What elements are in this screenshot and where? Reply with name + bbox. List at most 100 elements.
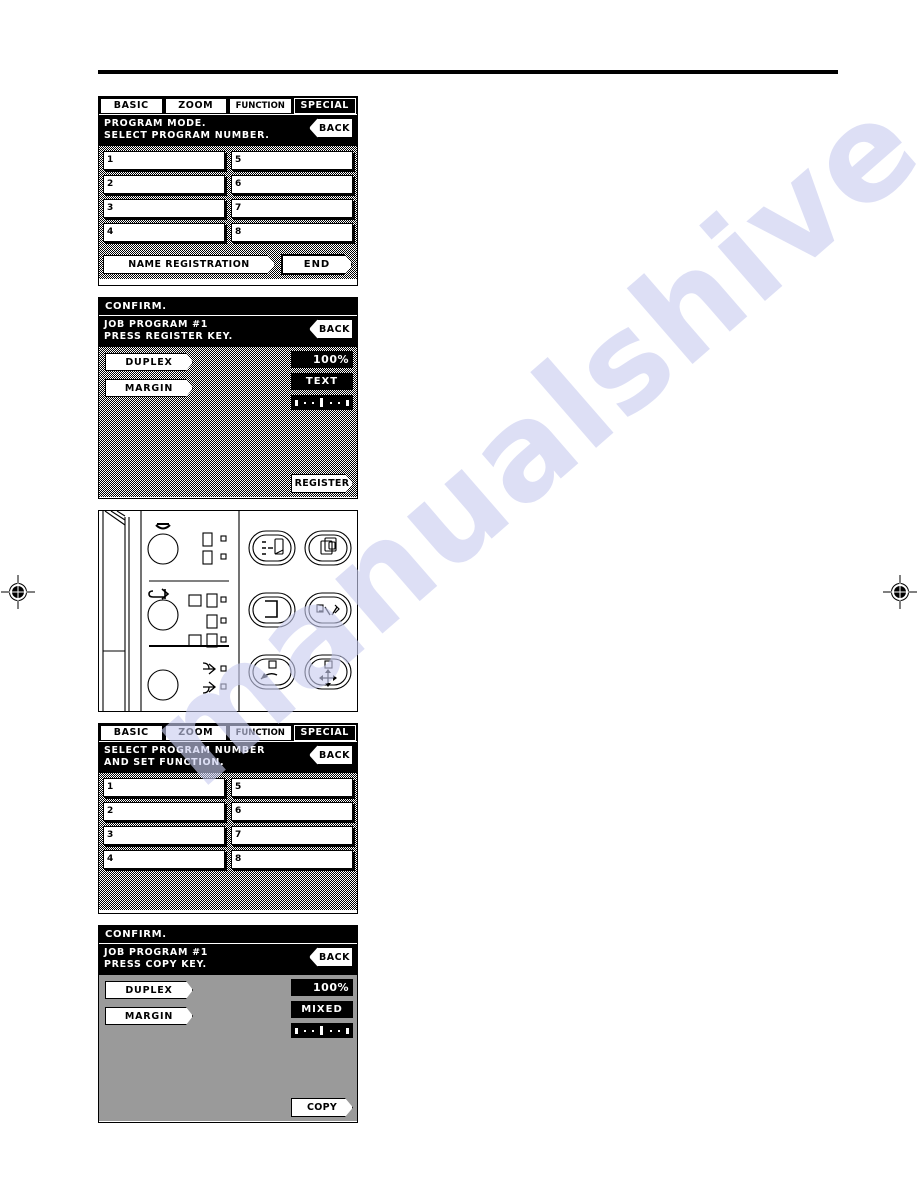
figure-select-program-set-function: BASIC ZOOM FUNCTION SPECIAL SELECT PROGR… [98, 723, 360, 914]
registration-mark-left [1, 575, 35, 609]
program-slot-number: 5 [235, 155, 242, 165]
program-slot-number: 8 [235, 854, 242, 864]
program-slot-number: 6 [235, 179, 242, 189]
tab-function[interactable]: FUNCTION [229, 725, 292, 741]
density-slider[interactable] [291, 1023, 353, 1038]
density-tick [311, 401, 314, 404]
program-slot-row: 2 6 [103, 175, 353, 194]
tab-function[interactable]: FUNCTION [229, 98, 292, 114]
program-slot[interactable]: 5 [231, 151, 353, 170]
program-slot-row: 1 5 [103, 778, 353, 797]
zoom-ratio-value: 100% [291, 351, 353, 368]
program-slot-number: 4 [107, 227, 114, 237]
program-slot-row: 3 7 [103, 199, 353, 218]
chip-margin[interactable]: MARGIN [105, 379, 193, 397]
program-slot[interactable]: 5 [231, 778, 353, 797]
chip-duplex[interactable]: DUPLEX [105, 353, 193, 371]
program-slot-row: 2 6 [103, 802, 353, 821]
density-tick [330, 401, 333, 404]
program-slot[interactable]: 3 [103, 826, 225, 845]
tab-zoom[interactable]: ZOOM [164, 725, 227, 741]
program-slot[interactable]: 8 [231, 223, 353, 242]
program-slot-area: 1 5 2 6 3 7 4 8 [99, 146, 357, 252]
status-header: JOB PROGRAM #1 PRESS REGISTER KEY. BACK [99, 315, 357, 347]
figure-program-mode: BASIC ZOOM FUNCTION SPECIAL PROGRAM MODE… [98, 96, 360, 286]
program-slot[interactable]: 4 [103, 850, 225, 869]
program-slot-row: 1 5 [103, 151, 353, 170]
back-button[interactable]: BACK [309, 319, 353, 339]
lcd-screen-select-program: BASIC ZOOM FUNCTION SPECIAL SELECT PROGR… [98, 723, 358, 914]
density-knob[interactable] [319, 397, 325, 408]
figure-confirm-register: CONFIRM. JOB PROGRAM #1 PRESS REGISTER K… [98, 297, 360, 499]
program-slot[interactable]: 2 [103, 802, 225, 821]
program-slot-number: 6 [235, 806, 242, 816]
back-button[interactable]: BACK [309, 745, 353, 765]
back-button-label: BACK [319, 749, 350, 761]
confirm-title: CONFIRM. [99, 926, 357, 943]
program-slot-area: 1 5 2 6 3 7 4 8 [99, 773, 357, 910]
copy-button[interactable]: COPY [291, 1098, 353, 1117]
tab-special[interactable]: SPECIAL [293, 98, 356, 114]
name-registration-button[interactable]: NAME REGISTRATION [103, 255, 275, 274]
density-max-mark [345, 1027, 349, 1034]
tab-zoom[interactable]: ZOOM [164, 98, 227, 114]
program-slot-number: 7 [235, 203, 242, 213]
density-knob[interactable] [319, 1025, 325, 1036]
registration-mark-right [883, 575, 917, 609]
end-button[interactable]: END [281, 254, 353, 275]
density-tick [338, 401, 341, 404]
program-slot[interactable]: 4 [103, 223, 225, 242]
lcd-screen-confirm-register: CONFIRM. JOB PROGRAM #1 PRESS REGISTER K… [98, 297, 358, 499]
program-slot-number: 3 [107, 203, 114, 213]
figure-column: BASIC ZOOM FUNCTION SPECIAL PROGRAM MODE… [98, 96, 360, 1134]
program-slot-number: 2 [107, 179, 114, 189]
program-slot[interactable]: 7 [231, 826, 353, 845]
confirm-body: DUPLEX MARGIN 100% TEXT REGISTER [99, 347, 357, 497]
program-slot-row: 4 8 [103, 223, 353, 242]
program-slot-number: 2 [107, 806, 114, 816]
status-header: PROGRAM MODE. SELECT PROGRAM NUMBER. BAC… [99, 114, 357, 146]
program-slot[interactable]: 7 [231, 199, 353, 218]
confirm-title: CONFIRM. [99, 298, 357, 315]
density-min-mark [295, 1027, 298, 1034]
confirm-body: DUPLEX MARGIN 100% MIXED COPY [99, 975, 357, 1121]
program-slot-number: 7 [235, 830, 242, 840]
program-slot[interactable]: 3 [103, 199, 225, 218]
tab-basic[interactable]: BASIC [100, 98, 163, 114]
status-header: SELECT PROGRAM NUMBER AND SET FUNCTION. … [99, 741, 357, 773]
tab-basic[interactable]: BASIC [100, 725, 163, 741]
back-button[interactable]: BACK [309, 947, 353, 967]
back-button-label: BACK [319, 951, 350, 963]
function-chip-area: DUPLEX MARGIN [99, 347, 287, 497]
figure-confirm-copy: CONFIRM. JOB PROGRAM #1 PRESS COPY KEY. … [98, 925, 360, 1123]
original-mode-value: TEXT [291, 373, 353, 390]
chip-margin[interactable]: MARGIN [105, 1007, 193, 1025]
tab-special[interactable]: SPECIAL [293, 725, 356, 741]
program-slot[interactable]: 2 [103, 175, 225, 194]
program-slot-row: 3 7 [103, 826, 353, 845]
chip-duplex[interactable]: DUPLEX [105, 981, 193, 999]
program-slot[interactable]: 8 [231, 850, 353, 869]
density-slider[interactable] [291, 395, 353, 410]
back-button[interactable]: BACK [309, 118, 353, 138]
status-header: JOB PROGRAM #1 PRESS COPY KEY. BACK [99, 943, 357, 975]
register-button[interactable]: REGISTER [291, 474, 353, 493]
footer-button-row: NAME REGISTRATION END [99, 254, 357, 279]
tab-bar: BASIC ZOOM FUNCTION SPECIAL [99, 724, 357, 741]
operation-panel-illustration [98, 510, 358, 712]
back-button-label: BACK [319, 122, 350, 134]
density-max-mark [345, 399, 349, 406]
program-slot[interactable]: 6 [231, 802, 353, 821]
tab-bar: BASIC ZOOM FUNCTION SPECIAL [99, 97, 357, 114]
figure-operation-panel [98, 510, 360, 712]
density-tick [303, 401, 306, 404]
program-slot[interactable]: 1 [103, 778, 225, 797]
density-tick [338, 1029, 341, 1032]
function-chip-area: DUPLEX MARGIN [99, 975, 287, 1121]
zoom-ratio-value: 100% [291, 979, 353, 996]
program-slot[interactable]: 1 [103, 151, 225, 170]
back-button-label: BACK [319, 323, 350, 335]
density-tick [330, 1029, 333, 1032]
density-tick [303, 1029, 306, 1032]
program-slot[interactable]: 6 [231, 175, 353, 194]
